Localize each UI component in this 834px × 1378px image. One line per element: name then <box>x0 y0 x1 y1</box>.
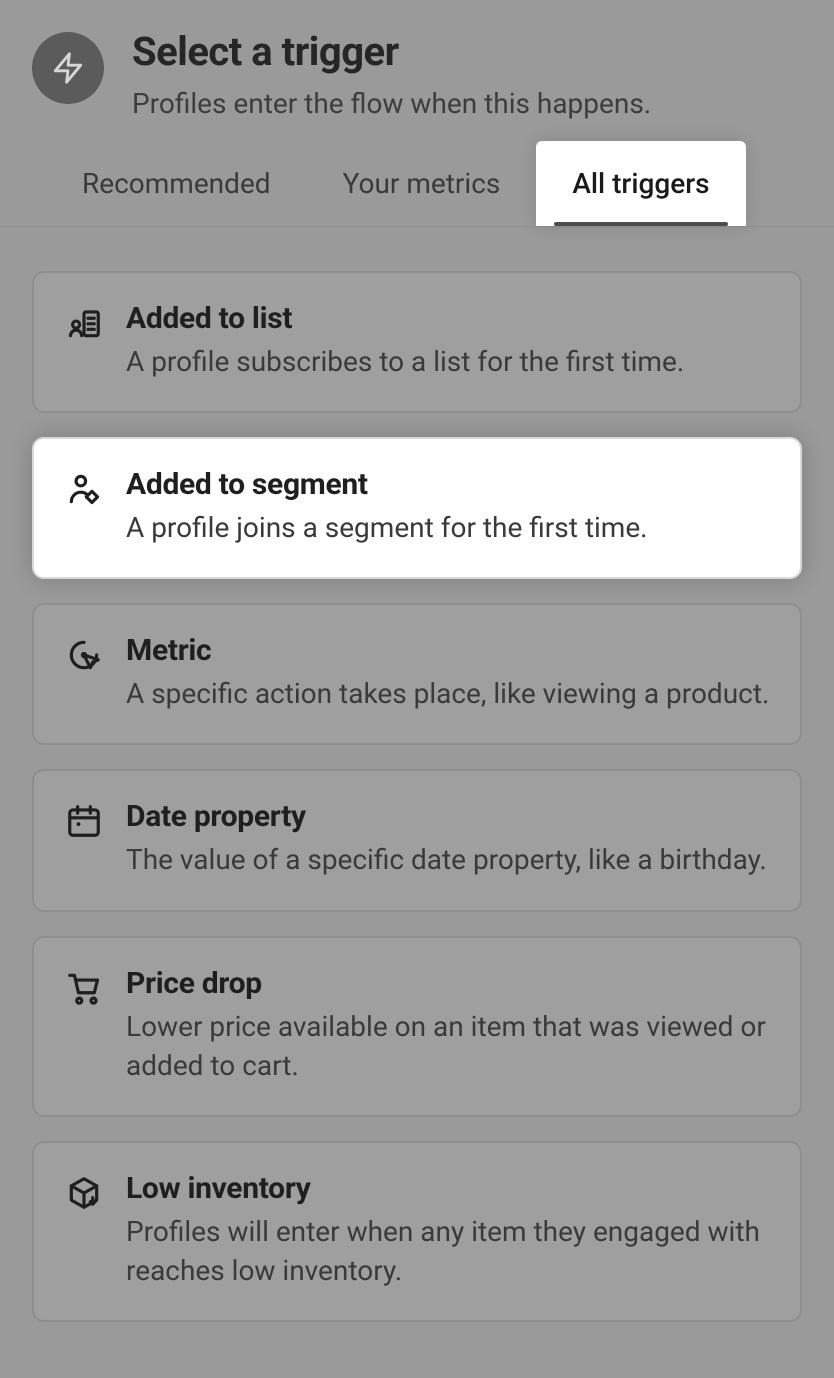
tab-your-metrics[interactable]: Your metrics <box>307 141 537 226</box>
calendar-icon <box>64 801 104 841</box>
trigger-description: Profiles will enter when any item they e… <box>126 1212 770 1290</box>
trigger-title: Date property <box>126 799 770 834</box>
trigger-price-drop[interactable]: Price drop Lower price available on an i… <box>32 936 802 1117</box>
trigger-description: A profile subscribes to a list for the f… <box>126 342 770 381</box>
trigger-added-to-list[interactable]: Added to list A profile subscribes to a … <box>32 271 802 413</box>
page-title: Select a trigger <box>132 28 651 75</box>
trigger-list: Added to list A profile subscribes to a … <box>32 227 802 1323</box>
tab-all-triggers[interactable]: All triggers <box>536 141 745 226</box>
trigger-date-property[interactable]: Date property The value of a specific da… <box>32 769 802 911</box>
trigger-title: Metric <box>126 633 770 668</box>
trigger-description: A specific action takes place, like view… <box>126 674 770 713</box>
trigger-title: Added to list <box>126 301 770 336</box>
segment-user-icon <box>64 469 104 509</box>
cursor-click-icon <box>64 635 104 675</box>
tabs: Recommended Your metrics All triggers <box>0 141 834 227</box>
trigger-description: A profile joins a segment for the first … <box>126 508 770 547</box>
trigger-title: Low inventory <box>126 1171 770 1206</box>
tab-recommended[interactable]: Recommended <box>46 141 307 226</box>
trigger-metric[interactable]: Metric A specific action takes place, li… <box>32 603 802 745</box>
list-user-icon <box>64 303 104 343</box>
box-icon <box>64 1173 104 1213</box>
trigger-low-inventory[interactable]: Low inventory Profiles will enter when a… <box>32 1141 802 1322</box>
page-subtitle: Profiles enter the flow when this happen… <box>132 85 651 123</box>
header: Select a trigger Profiles enter the flow… <box>32 28 802 123</box>
cart-icon <box>64 968 104 1008</box>
lightning-icon <box>32 32 104 104</box>
trigger-title: Price drop <box>126 966 770 1001</box>
trigger-added-to-segment[interactable]: Added to segment A profile joins a segme… <box>32 437 802 579</box>
trigger-description: Lower price available on an item that wa… <box>126 1007 770 1085</box>
trigger-description: The value of a specific date property, l… <box>126 840 770 879</box>
trigger-title: Added to segment <box>126 467 770 502</box>
